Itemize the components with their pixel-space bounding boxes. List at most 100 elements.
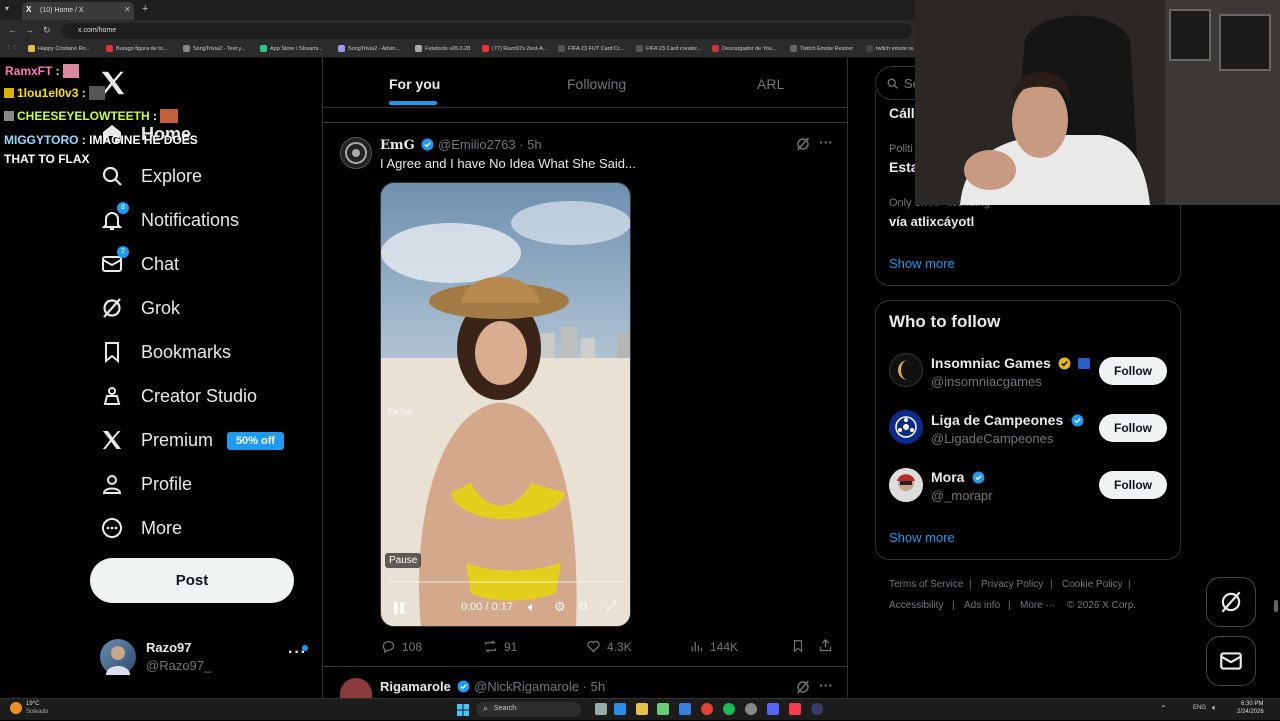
tab-following[interactable]: Following (567, 76, 626, 92)
follow-button[interactable]: Follow (1099, 357, 1167, 385)
footer-link[interactable]: Privacy Policy (981, 579, 1043, 590)
volume-tray-icon[interactable]: 🔈︎ (1212, 703, 1217, 713)
obs-icon[interactable] (811, 703, 823, 715)
reload-icon[interactable]: ↻ (43, 25, 51, 36)
suggestion-name[interactable]: Mora (931, 469, 964, 485)
suggestion-name[interactable]: Liga de Campeones (931, 412, 1063, 428)
video-progress-track[interactable] (388, 581, 625, 583)
footer-link[interactable]: More ··· (1020, 600, 1056, 611)
nav-more[interactable]: More (100, 508, 310, 548)
grok-floating-button[interactable] (1206, 577, 1256, 627)
reply-button[interactable]: 108 (381, 639, 422, 654)
views-button[interactable]: 144K (689, 639, 738, 654)
account-switcher[interactable]: Razo97 @Razo97_ ··· (98, 638, 318, 678)
footer-link[interactable]: Cookie Policy (1062, 579, 1123, 590)
mora-avatar[interactable] (889, 468, 923, 502)
post-more-icon[interactable]: ··· (819, 677, 833, 693)
who-to-follow-show-more[interactable]: Show more (889, 530, 955, 545)
nav-creator-studio[interactable]: Creator Studio (100, 376, 310, 416)
follow-button[interactable]: Follow (1099, 471, 1167, 499)
language-indicator[interactable]: ENG (1193, 705, 1206, 711)
post-video[interactable]: TikTok Pause 0:00 / 0:17 🔈︎ ⚙︎ ⧉ ⤢ (380, 182, 631, 627)
tab-arl[interactable]: ARL (757, 76, 784, 92)
bookmark-post-icon[interactable] (791, 639, 805, 653)
taskbar-search[interactable]: ⌕ Search (476, 702, 581, 717)
post-time[interactable]: 5h (527, 137, 541, 152)
bookmark-item[interactable]: SongTrivia2 - Test y... (183, 45, 245, 52)
settings-gear-icon[interactable]: ⚙︎ (554, 599, 566, 615)
spotify-icon[interactable] (723, 703, 735, 715)
back-icon[interactable]: ← (8, 25, 17, 35)
footer-link[interactable]: Accessibility (889, 600, 943, 611)
nav-chat[interactable]: 2 Chat (100, 244, 310, 284)
tab-menu-icon[interactable]: ▾ (5, 4, 9, 13)
store-icon[interactable] (657, 703, 669, 715)
bookmark-item[interactable]: twitch emote re... (866, 45, 918, 52)
scrollbar-thumb[interactable] (1274, 600, 1278, 612)
discord-icon[interactable] (767, 703, 779, 715)
forward-icon[interactable]: → (25, 25, 34, 35)
tray-chevron-icon[interactable]: ⌃ (1160, 704, 1167, 713)
bookmark-item[interactable]: App Store / Streami... (260, 45, 323, 52)
picture-in-picture-icon[interactable]: ⧉ (579, 599, 588, 614)
insomniac-avatar[interactable] (889, 353, 923, 387)
bookmark-item[interactable]: Happy Cristiano Ro... (28, 45, 90, 52)
nav-profile[interactable]: Profile (100, 464, 310, 504)
weather-icon[interactable] (10, 702, 22, 714)
mail-app-icon[interactable] (679, 703, 691, 715)
post-author-name[interactable]: EmG (380, 138, 415, 153)
next-post-handle[interactable]: @NickRigamarole (474, 679, 579, 694)
clock-date[interactable]: 2/24/2026 (1237, 709, 1264, 715)
grok-post-icon[interactable] (795, 679, 811, 695)
footer-link[interactable]: Ads info (964, 600, 1000, 611)
edge-icon[interactable] (614, 703, 626, 715)
new-tab-icon[interactable]: + (142, 3, 148, 15)
post-more-icon[interactable]: ··· (819, 134, 833, 150)
task-view-icon[interactable] (595, 703, 607, 715)
repost-button[interactable]: 91 (483, 639, 517, 654)
bookmark-item[interactable]: Descargador de You... (712, 45, 776, 52)
pause-icon[interactable] (393, 601, 405, 615)
nav-grok[interactable]: Grok (100, 288, 310, 328)
file-explorer-icon[interactable] (636, 703, 648, 715)
grok-post-icon[interactable] (795, 136, 811, 152)
post-button[interactable]: Post (90, 558, 294, 603)
nav-bookmarks[interactable]: Bookmarks (100, 332, 310, 372)
bookmark-item[interactable]: Twitch Emote Resizer (790, 45, 853, 52)
trends-show-more[interactable]: Show more (889, 256, 955, 271)
bookmark-item[interactable]: Futetools v26.0.28 (415, 45, 470, 52)
post-avatar[interactable] (340, 137, 372, 169)
post-author-handle[interactable]: @Emilio2763 (438, 137, 516, 152)
clock-time[interactable]: 6:30 PM (1241, 701, 1263, 707)
bookmark-item[interactable]: FIFA 23 FUT Card Cr... (558, 45, 624, 52)
tab-for-you[interactable]: For you (389, 76, 440, 92)
steam-icon[interactable] (745, 703, 757, 715)
bookmark-item[interactable]: SongTrivia2 - Advin... (338, 45, 400, 52)
apps-icon[interactable]: ⋮⋮ (6, 45, 17, 51)
liga-avatar[interactable] (889, 410, 923, 444)
premium-promo-badge[interactable]: 50% off (227, 432, 284, 450)
address-bar[interactable]: x.com/home (62, 23, 912, 39)
like-button[interactable]: 4.3K (586, 639, 632, 654)
footer-link[interactable]: Terms of Service (889, 579, 963, 590)
trend-title[interactable]: Cáll (889, 105, 915, 121)
trend-title[interactable]: vía atlixcáyotl (889, 214, 974, 229)
suggestion-name[interactable]: Insomniac Games (931, 355, 1051, 371)
share-icon[interactable] (818, 638, 833, 653)
volume-icon[interactable]: 🔈︎ (528, 599, 536, 615)
music-icon[interactable] (789, 703, 801, 715)
close-tab-icon[interactable]: ✕ (124, 5, 131, 14)
bookmark-item[interactable]: Burago figura de to... (106, 45, 167, 52)
nav-notifications[interactable]: 8 Notifications (100, 200, 310, 240)
follow-button[interactable]: Follow (1099, 414, 1167, 442)
messages-floating-button[interactable] (1206, 636, 1256, 686)
bookmark-item[interactable]: FIFA 23 Card creator... (636, 45, 701, 52)
next-post-author[interactable]: Rigamarole (380, 679, 451, 694)
browser-tab[interactable]: (10) Home / X (22, 2, 134, 20)
fullscreen-icon[interactable]: ⤢ (606, 598, 616, 614)
windows-start-icon[interactable] (457, 703, 469, 716)
mail-icon (1220, 652, 1242, 670)
bookmark-item[interactable]: (77) Razo97s Zest-A... (482, 45, 547, 52)
chrome-icon[interactable] (701, 703, 713, 715)
next-post-time[interactable]: 5h (591, 679, 605, 694)
